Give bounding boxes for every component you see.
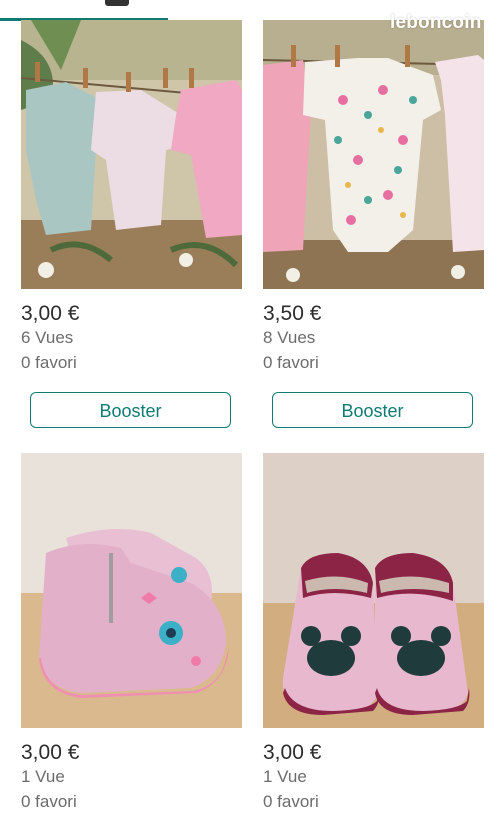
listing-price: 3,50 € [263, 302, 322, 325]
listing-views: 6 Vues [21, 328, 74, 347]
bodysuits-photo [21, 20, 242, 289]
listing-views: 1 Vue [263, 767, 307, 786]
listing-price: 3,00 € [21, 741, 80, 764]
booster-button[interactable]: Booster [30, 392, 231, 428]
listing-favorites: 0 favori [263, 792, 319, 811]
listing-photo[interactable] [263, 453, 484, 728]
listing-views: 8 Vues [263, 328, 316, 347]
minnie-slippers-photo [263, 453, 484, 728]
listing-card[interactable]: 3,00 € 1 Vue 0 favori [263, 453, 484, 817]
pink-slippers-photo [21, 453, 242, 728]
listing-card[interactable]: 3,50 € 8 Vues 0 favori Booster [263, 20, 484, 428]
listing-card[interactable]: 3,00 € 1 Vue 0 favori [21, 453, 242, 817]
listing-photo[interactable] [21, 20, 242, 289]
listing-favorites: 0 favori [21, 353, 77, 372]
listing-price: 3,00 € [21, 302, 80, 325]
listing-views: 1 Vue [21, 767, 65, 786]
booster-button[interactable]: Booster [272, 392, 473, 428]
leboncoin-watermark: leboncoin [390, 12, 482, 33]
listing-favorites: 0 favori [21, 792, 77, 811]
listing-card[interactable]: 3,00 € 6 Vues 0 favori Booster [21, 20, 242, 428]
listing-photo[interactable] [263, 20, 484, 289]
listing-favorites: 0 favori [263, 353, 319, 372]
tab-label-fragment[interactable] [105, 0, 129, 6]
listing-price: 3,00 € [263, 741, 322, 764]
floral-bodysuit-photo [263, 20, 484, 289]
listing-photo[interactable] [21, 453, 242, 728]
